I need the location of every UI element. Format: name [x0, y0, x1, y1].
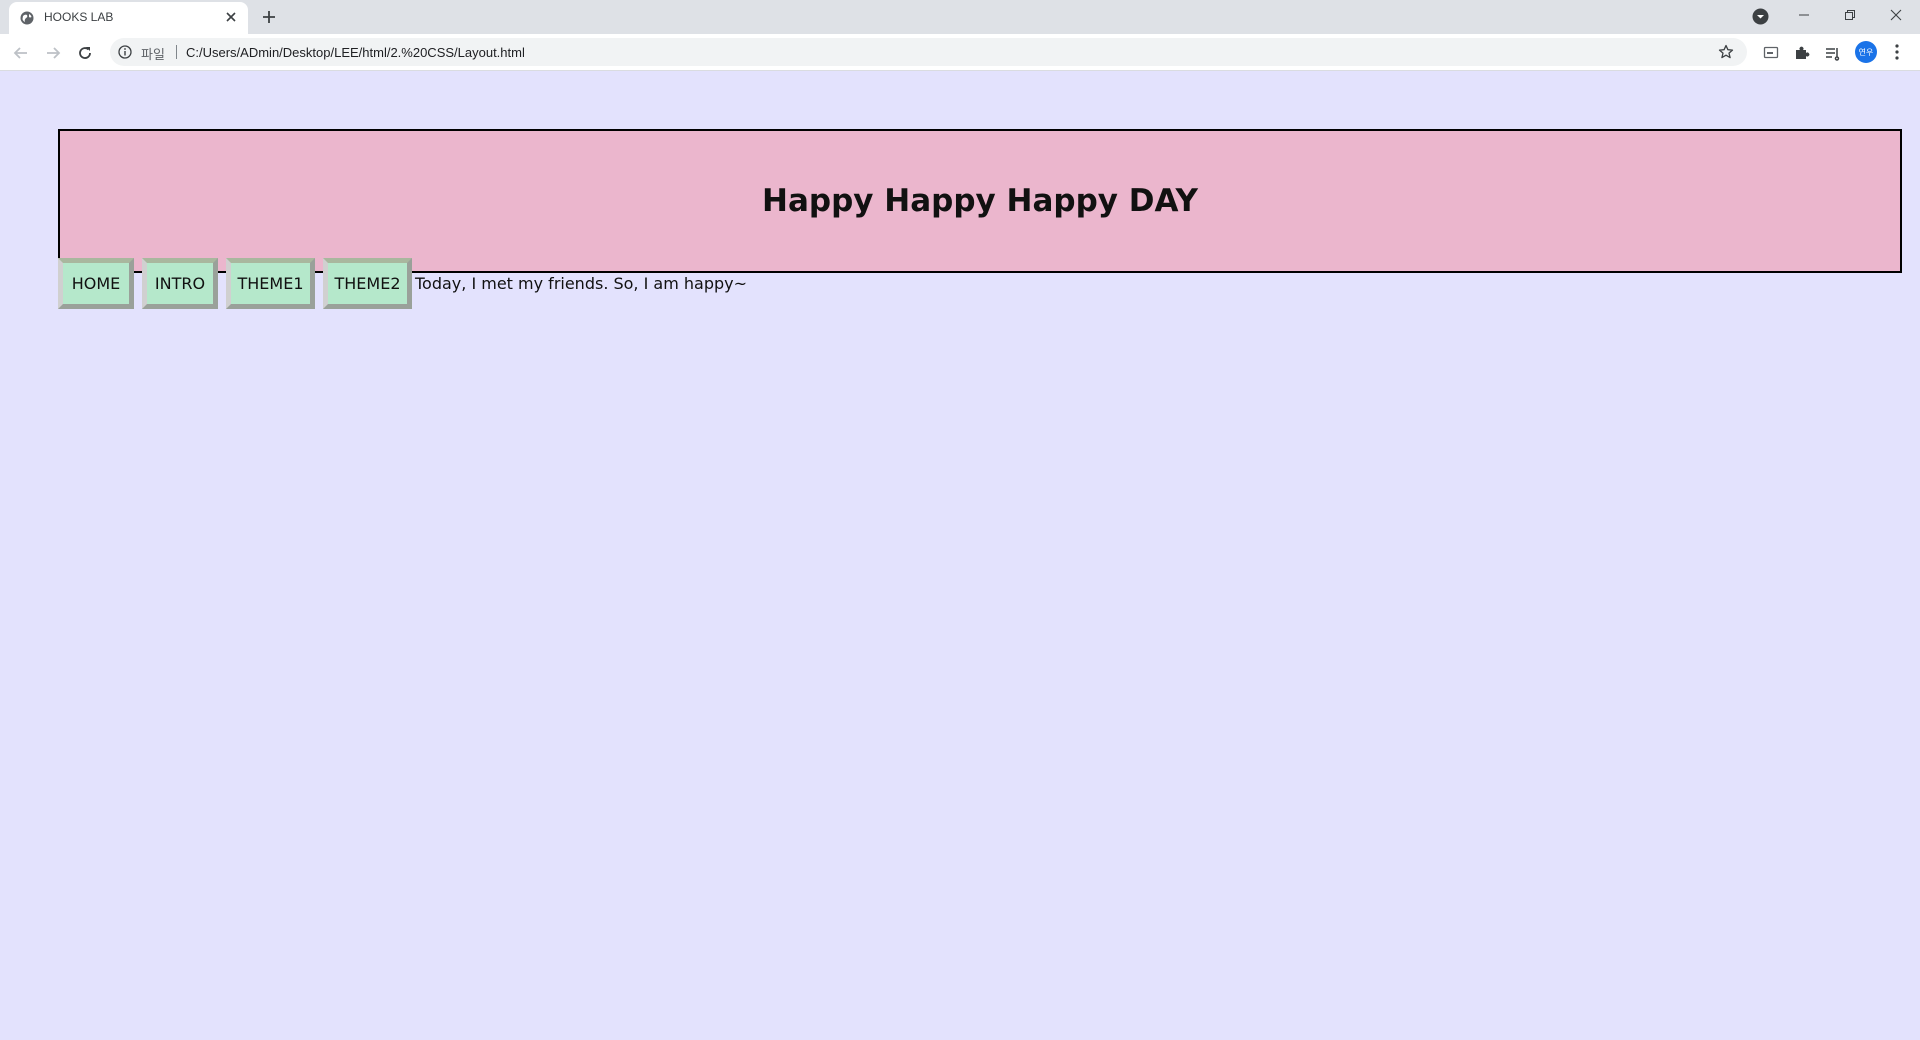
close-icon	[1890, 9, 1902, 21]
arrow-left-icon	[13, 47, 27, 59]
restore-icon	[1845, 10, 1855, 20]
close-icon[interactable]	[223, 9, 239, 25]
reload-button[interactable]	[75, 43, 95, 63]
page-title: Happy Happy Happy DAY	[762, 183, 1198, 219]
info-icon[interactable]	[118, 45, 132, 59]
browser-tab[interactable]: HOOKS LAB	[9, 2, 248, 34]
restore-button[interactable]	[1827, 0, 1873, 30]
nav-item-home[interactable]: HOME	[58, 258, 134, 309]
tab-strip: HOOKS LAB	[0, 0, 1920, 34]
puzzle-icon	[1796, 46, 1810, 59]
browser-toolbar: 파일 C:/Users/ADmin/Desktop/LEE/html/2.%20…	[0, 34, 1920, 71]
profile-avatar[interactable]: 연우	[1855, 41, 1877, 63]
url-text[interactable]: C:/Users/ADmin/Desktop/LEE/html/2.%20CSS…	[186, 45, 525, 60]
body-text: Today, I met my friends. So, I am happy~	[415, 274, 748, 293]
reload-icon	[79, 47, 91, 59]
reading-list-button[interactable]	[1823, 43, 1843, 63]
omnibox-divider	[176, 45, 177, 59]
back-button[interactable]	[11, 43, 31, 63]
tab-title: HOOKS LAB	[44, 10, 114, 24]
nav-item-intro[interactable]: INTRO	[142, 258, 218, 309]
globe-icon	[20, 11, 34, 25]
minimize-icon	[1799, 14, 1809, 16]
nav-menu: HOME INTRO THEME1 THEME2	[58, 258, 420, 309]
extensions-button[interactable]	[1792, 43, 1812, 63]
forward-button[interactable]	[43, 43, 63, 63]
close-window-button[interactable]	[1873, 0, 1919, 30]
nav-item-theme2[interactable]: THEME2	[323, 258, 412, 309]
arrow-right-icon	[47, 47, 61, 59]
cast-icon	[1763, 46, 1779, 59]
nav-item-theme1[interactable]: THEME1	[226, 258, 315, 309]
scheme-label: 파일	[141, 48, 165, 63]
kebab-icon[interactable]	[1893, 42, 1901, 62]
page-header: Happy Happy Happy DAY	[58, 129, 1902, 273]
minimize-button[interactable]	[1781, 0, 1827, 30]
star-icon[interactable]	[1718, 44, 1734, 60]
tab-search-icon[interactable]	[1752, 8, 1769, 25]
plus-icon[interactable]	[260, 8, 278, 26]
reading-list-icon	[1826, 48, 1840, 61]
address-bar[interactable]: 파일 C:/Users/ADmin/Desktop/LEE/html/2.%20…	[110, 38, 1747, 66]
cast-button[interactable]	[1761, 43, 1781, 63]
